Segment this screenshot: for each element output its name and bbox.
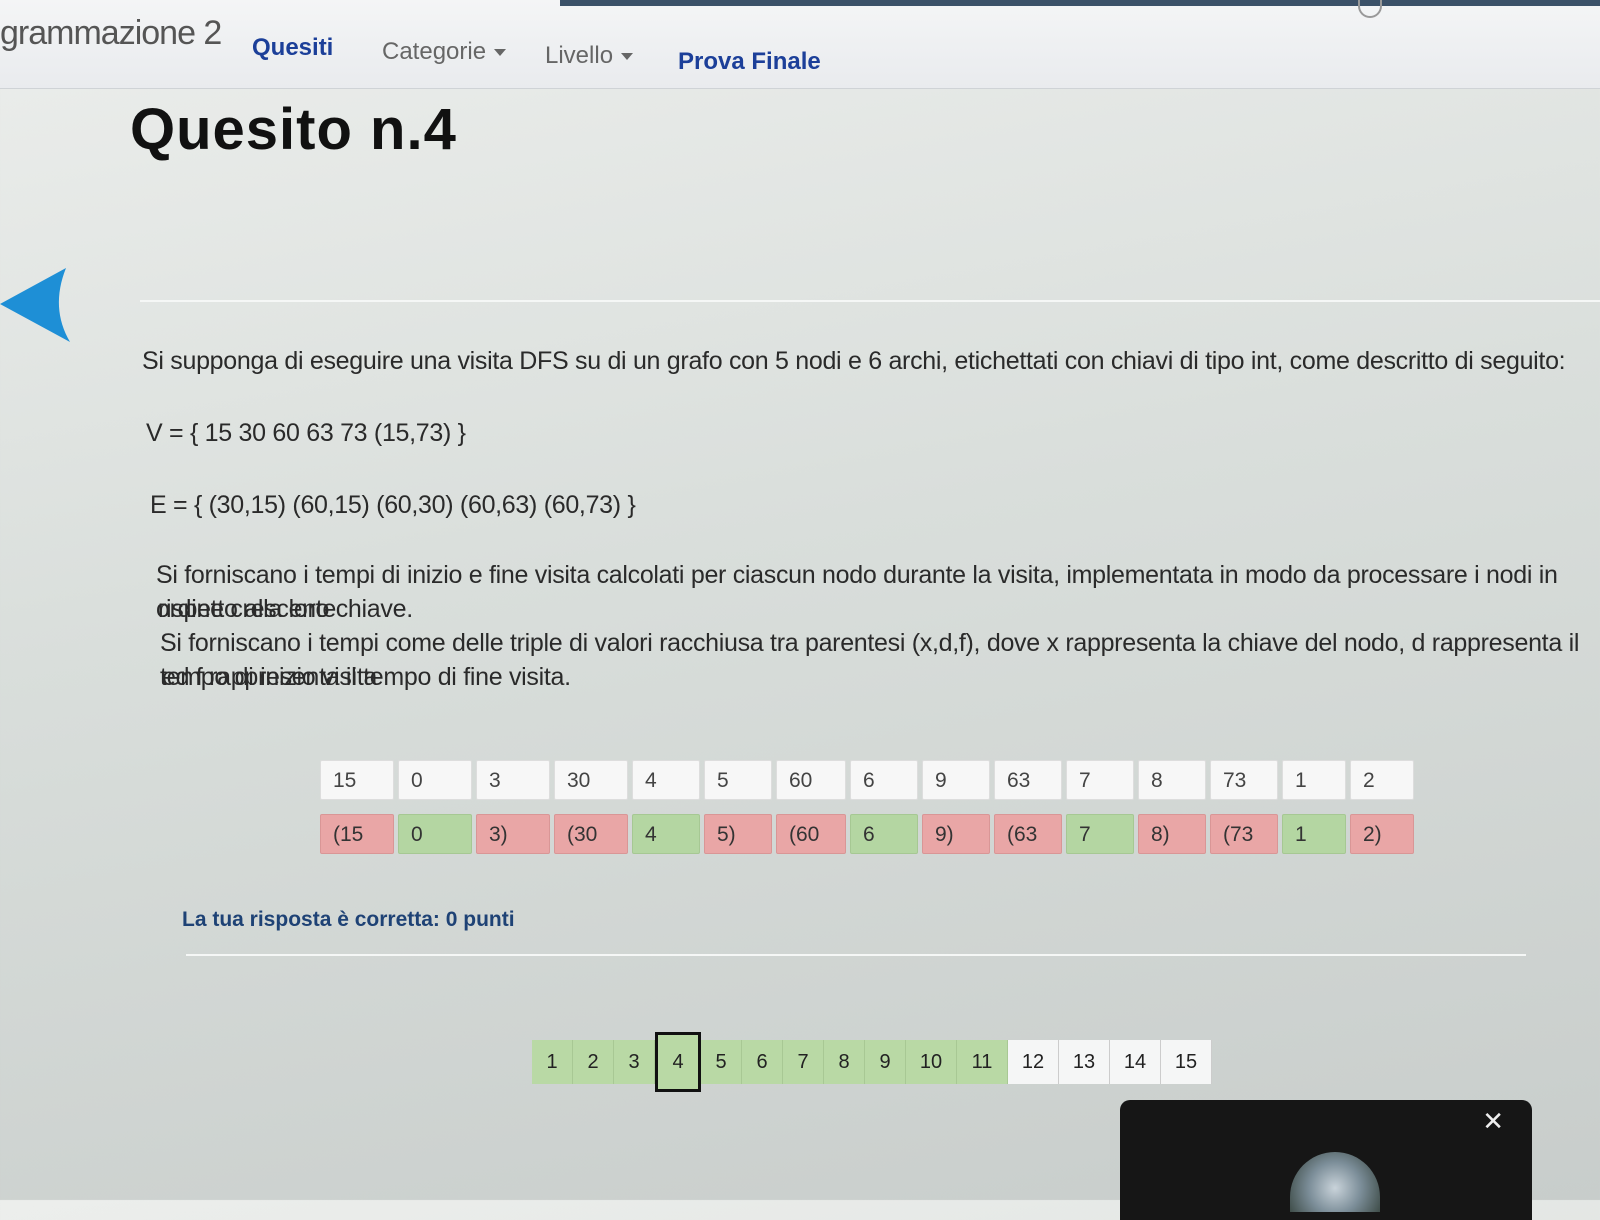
result-cell-4: (30 xyxy=(554,814,628,854)
page-link-7[interactable]: 7 xyxy=(783,1040,824,1084)
page-link-8[interactable]: 8 xyxy=(824,1040,865,1084)
answer-input-11[interactable]: 7 xyxy=(1066,760,1134,800)
answer-input-10[interactable]: 63 xyxy=(994,760,1062,800)
page-link-9[interactable]: 9 xyxy=(865,1040,906,1084)
nav-categorie-label: Categorie xyxy=(382,38,487,65)
result-cell-2: 0 xyxy=(398,814,472,854)
answer-input-9[interactable]: 9 xyxy=(922,760,990,800)
video-popup[interactable]: ✕ xyxy=(1120,1100,1532,1220)
page-link-15[interactable]: 15 xyxy=(1161,1040,1212,1084)
question-pagination: 1 2 3 4 5 6 7 8 9 10 11 12 13 14 15 xyxy=(532,1032,1212,1092)
page-link-13[interactable]: 13 xyxy=(1059,1040,1110,1084)
result-cell-1: (15 xyxy=(320,814,394,854)
close-icon[interactable]: ✕ xyxy=(1482,1106,1504,1137)
popup-thumbnail xyxy=(1290,1152,1380,1212)
result-cell-9: 9) xyxy=(922,814,990,854)
result-cell-15: 2) xyxy=(1350,814,1414,854)
answer-input-5[interactable]: 4 xyxy=(632,760,700,800)
vertex-set: V = { 15 30 60 63 73 (15,73) } xyxy=(146,419,466,447)
result-cell-7: (60 xyxy=(776,814,846,854)
result-cell-6: 5) xyxy=(704,814,772,854)
top-navbar: grammazione 2 Quesiti Categorie Livello … xyxy=(0,0,1600,89)
nav-quesiti[interactable]: Quesiti xyxy=(252,34,333,62)
result-cell-12: 8) xyxy=(1138,814,1206,854)
chevron-down-icon xyxy=(494,49,507,57)
back-arrow-icon[interactable] xyxy=(0,268,72,342)
nav-prova-finale[interactable]: Prova Finale xyxy=(678,48,821,76)
nav-prova-finale-label: Prova Finale xyxy=(678,48,821,75)
divider-top xyxy=(140,300,1600,302)
page-link-14[interactable]: 14 xyxy=(1110,1040,1161,1084)
page-link-11[interactable]: 11 xyxy=(957,1040,1008,1084)
answer-input-13[interactable]: 73 xyxy=(1210,760,1278,800)
edge-set: E = { (30,15) (60,15) (60,30) (60,63) (6… xyxy=(150,491,636,519)
answer-input-3[interactable]: 3 xyxy=(476,760,550,800)
answer-input-14[interactable]: 1 xyxy=(1282,760,1346,800)
page-title: Quesito n.4 xyxy=(130,97,457,162)
answer-grid: 15 0 3 30 4 5 60 6 9 63 7 8 73 1 2 (15 0… xyxy=(320,760,1414,868)
navbar-accent-line xyxy=(560,0,1600,6)
refresh-icon[interactable] xyxy=(1358,0,1382,18)
answer-input-row: 15 0 3 30 4 5 60 6 9 63 7 8 73 1 2 xyxy=(320,760,1414,800)
answer-input-15[interactable]: 2 xyxy=(1350,760,1414,800)
divider-bottom xyxy=(186,954,1526,956)
nav-livello-label: Livello xyxy=(545,42,614,69)
chevron-down-icon xyxy=(621,53,634,61)
instruction-2-line-2: ed f rappresenta il tempo di fine visita… xyxy=(162,663,571,691)
result-cell-14: 1 xyxy=(1282,814,1346,854)
page-link-4-current[interactable]: 4 xyxy=(655,1032,701,1092)
result-cell-5: 4 xyxy=(632,814,700,854)
page-link-2[interactable]: 2 xyxy=(573,1040,614,1084)
page-link-6[interactable]: 6 xyxy=(742,1040,783,1084)
nav-categorie-dropdown[interactable]: Categorie xyxy=(382,38,507,66)
result-cell-13: (73 xyxy=(1210,814,1278,854)
page-link-3[interactable]: 3 xyxy=(614,1040,655,1084)
answer-input-8[interactable]: 6 xyxy=(850,760,918,800)
result-cell-10: (63 xyxy=(994,814,1062,854)
answer-input-4[interactable]: 30 xyxy=(554,760,628,800)
instruction-1-line-2: rispetto alla loro chiave. xyxy=(158,595,413,623)
nav-quesiti-label: Quesiti xyxy=(252,34,334,61)
answer-input-1[interactable]: 15 xyxy=(320,760,394,800)
question-intro: Si supponga di eseguire una visita DFS s… xyxy=(142,347,1566,375)
page-link-5[interactable]: 5 xyxy=(701,1040,742,1084)
answer-input-7[interactable]: 60 xyxy=(776,760,846,800)
answer-input-2[interactable]: 0 xyxy=(398,760,472,800)
page-link-1[interactable]: 1 xyxy=(532,1040,573,1084)
result-cell-11: 7 xyxy=(1066,814,1134,854)
result-cell-3: 3) xyxy=(476,814,550,854)
result-feedback: La tua risposta è corretta: 0 punti xyxy=(182,908,515,931)
page-link-12[interactable]: 12 xyxy=(1008,1040,1059,1084)
site-brand[interactable]: grammazione 2 xyxy=(0,14,222,53)
answer-input-6[interactable]: 5 xyxy=(704,760,772,800)
page-link-10[interactable]: 10 xyxy=(906,1040,957,1084)
nav-livello-dropdown[interactable]: Livello xyxy=(545,42,634,70)
answer-result-row: (15 0 3) (30 4 5) (60 6 9) (63 7 8) (73 … xyxy=(320,814,1414,854)
answer-input-12[interactable]: 8 xyxy=(1138,760,1206,800)
result-cell-8: 6 xyxy=(850,814,918,854)
